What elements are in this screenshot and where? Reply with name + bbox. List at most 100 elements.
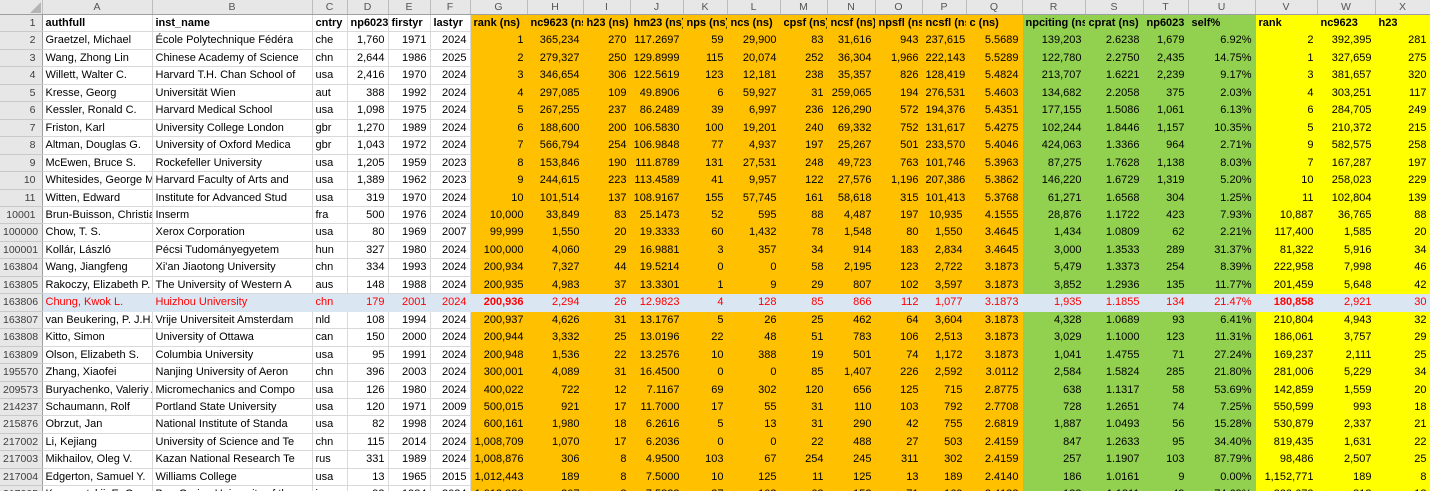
field-header-P1[interactable]: ncsfl (ns)	[922, 15, 966, 32]
row-header-217004[interactable]: 217004	[0, 468, 42, 485]
cell-L163809[interactable]: 388	[727, 346, 780, 363]
row-header-2[interactable]: 2	[0, 32, 42, 49]
cell-O4[interactable]: 826	[875, 67, 922, 84]
cell-T214237[interactable]: 74	[1143, 398, 1188, 415]
cell-E163805[interactable]: 1988	[388, 276, 430, 293]
cell-I3[interactable]: 250	[583, 49, 630, 66]
cell-C217005[interactable]: isr	[312, 486, 347, 491]
cell-M2[interactable]: 83	[780, 32, 827, 49]
cell-P163804[interactable]: 2,722	[922, 259, 966, 276]
cell-L163806[interactable]: 128	[727, 294, 780, 311]
cell-D11[interactable]: 319	[347, 189, 388, 206]
cell-J5[interactable]: 49.8906	[630, 84, 683, 101]
cell-G6[interactable]: 5	[470, 102, 527, 119]
cell-A163806[interactable]: Chung, Kwok L.	[42, 294, 152, 311]
cell-C100001[interactable]: hun	[312, 241, 347, 258]
cell-P100001[interactable]: 2,834	[922, 241, 966, 258]
cell-T217004[interactable]: 9	[1143, 468, 1188, 485]
cell-C10[interactable]: usa	[312, 172, 347, 189]
cell-X9[interactable]: 197	[1375, 154, 1430, 171]
cell-O215876[interactable]: 42	[875, 416, 922, 433]
cell-T163809[interactable]: 71	[1143, 346, 1188, 363]
cell-W100000[interactable]: 1,585	[1317, 224, 1375, 241]
cell-O163806[interactable]: 112	[875, 294, 922, 311]
cell-X163808[interactable]: 29	[1375, 329, 1430, 346]
cell-G3[interactable]: 2	[470, 49, 527, 66]
cell-E195570[interactable]: 2003	[388, 364, 430, 381]
cell-Q163805[interactable]: 3.1873	[966, 276, 1022, 293]
cell-D217005[interactable]: 93	[347, 486, 388, 491]
cell-P4[interactable]: 128,419	[922, 67, 966, 84]
cell-V100000[interactable]: 117,400	[1255, 224, 1317, 241]
cell-I163806[interactable]: 26	[583, 294, 630, 311]
cell-S3[interactable]: 2.2750	[1085, 49, 1143, 66]
cell-G163804[interactable]: 200,934	[470, 259, 527, 276]
cell-C11[interactable]: usa	[312, 189, 347, 206]
cell-M8[interactable]: 197	[780, 137, 827, 154]
cell-U163808[interactable]: 11.31%	[1188, 329, 1255, 346]
cell-L217005[interactable]: 103	[727, 486, 780, 491]
cell-U215876[interactable]: 15.28%	[1188, 416, 1255, 433]
cell-R100001[interactable]: 3,000	[1022, 241, 1085, 258]
cell-X8[interactable]: 258	[1375, 137, 1430, 154]
cell-B100001[interactable]: Pécsi Tudományegyetem	[152, 241, 312, 258]
cell-I163804[interactable]: 44	[583, 259, 630, 276]
cell-E217002[interactable]: 2014	[388, 433, 430, 450]
cell-H217005[interactable]: 207	[527, 486, 583, 491]
cell-X100001[interactable]: 34	[1375, 241, 1430, 258]
cell-S163805[interactable]: 1.2936	[1085, 276, 1143, 293]
cell-D100000[interactable]: 80	[347, 224, 388, 241]
cell-Q2[interactable]: 5.5689	[966, 32, 1022, 49]
cell-C214237[interactable]: usa	[312, 398, 347, 415]
cell-N163805[interactable]: 807	[827, 276, 875, 293]
cell-W195570[interactable]: 5,229	[1317, 364, 1375, 381]
cell-C163804[interactable]: chn	[312, 259, 347, 276]
cell-U163807[interactable]: 6.41%	[1188, 311, 1255, 328]
cell-I163807[interactable]: 31	[583, 311, 630, 328]
column-header-J[interactable]: J	[630, 0, 683, 15]
cell-V163805[interactable]: 201,459	[1255, 276, 1317, 293]
cell-L4[interactable]: 12,181	[727, 67, 780, 84]
cell-N163806[interactable]: 866	[827, 294, 875, 311]
cell-U195570[interactable]: 21.80%	[1188, 364, 1255, 381]
cell-O163809[interactable]: 74	[875, 346, 922, 363]
row-header-7[interactable]: 7	[0, 119, 42, 136]
cell-L195570[interactable]: 0	[727, 364, 780, 381]
cell-J4[interactable]: 122.5619	[630, 67, 683, 84]
cell-H163806[interactable]: 2,294	[527, 294, 583, 311]
cell-N217004[interactable]: 125	[827, 468, 875, 485]
cell-G217005[interactable]: 1,012,830	[470, 486, 527, 491]
row-header-100001[interactable]: 100001	[0, 241, 42, 258]
cell-K195570[interactable]: 0	[683, 364, 727, 381]
cell-L3[interactable]: 20,074	[727, 49, 780, 66]
cell-F3[interactable]: 2025	[430, 49, 470, 66]
cell-Q6[interactable]: 5.4351	[966, 102, 1022, 119]
column-header-S[interactable]: S	[1085, 0, 1143, 15]
cell-K5[interactable]: 6	[683, 84, 727, 101]
cell-A214237[interactable]: Schaumann, Rolf	[42, 398, 152, 415]
cell-K3[interactable]: 115	[683, 49, 727, 66]
cell-M195570[interactable]: 85	[780, 364, 827, 381]
cell-I8[interactable]: 254	[583, 137, 630, 154]
cell-C5[interactable]: aut	[312, 84, 347, 101]
cell-W4[interactable]: 381,657	[1317, 67, 1375, 84]
cell-M4[interactable]: 238	[780, 67, 827, 84]
cell-L8[interactable]: 4,937	[727, 137, 780, 154]
cell-F2[interactable]: 2024	[430, 32, 470, 49]
cell-S10001[interactable]: 1.1722	[1085, 206, 1143, 223]
cell-T163805[interactable]: 135	[1143, 276, 1188, 293]
cell-T100001[interactable]: 289	[1143, 241, 1188, 258]
cell-B6[interactable]: Harvard Medical School	[152, 102, 312, 119]
cell-C4[interactable]: usa	[312, 67, 347, 84]
cell-C3[interactable]: chn	[312, 49, 347, 66]
cell-P3[interactable]: 222,143	[922, 49, 966, 66]
cell-L11[interactable]: 57,745	[727, 189, 780, 206]
cell-A5[interactable]: Kresse, Georg	[42, 84, 152, 101]
cell-A217002[interactable]: Li, Kejiang	[42, 433, 152, 450]
cell-E5[interactable]: 1992	[388, 84, 430, 101]
cell-D195570[interactable]: 396	[347, 364, 388, 381]
cell-B217005[interactable]: Ben-Gurion University of the	[152, 486, 312, 491]
cell-B9[interactable]: Rockefeller University	[152, 154, 312, 171]
cell-W217004[interactable]: 189	[1317, 468, 1375, 485]
cell-G217004[interactable]: 1,012,443	[470, 468, 527, 485]
